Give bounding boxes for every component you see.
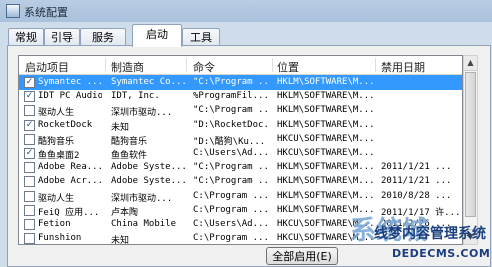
- tab-tools[interactable]: 工具: [182, 28, 220, 46]
- table-row[interactable]: ✓RocketDock 未知 "D:\RocketDoc... HKLM\SOFTWA…: [19, 118, 462, 133]
- list-header: 启动项目 制造商 命令 位置 禁用日期: [19, 56, 462, 75]
- cell-command: C:\Program ...: [193, 233, 269, 244]
- cell-maker: 鱼鱼软件: [111, 151, 148, 161]
- watermark: 系统城 线梦内容管理系统 DEDECMS.COM: [350, 205, 492, 265]
- enable-checkbox[interactable]: [24, 233, 35, 244]
- col-header-disabled-date[interactable]: 禁用日期: [381, 59, 425, 75]
- cell-maker: 未知: [111, 122, 130, 133]
- cell-maker: China Mobile: [111, 219, 177, 229]
- cell-location: HKLM\SOFTWARE\M...: [277, 176, 373, 187]
- table-row[interactable]: ✓ Symantec ... Symantec Co... "C:\Program .…: [19, 75, 462, 90]
- cell-item: FeiQ 应用...: [38, 207, 100, 218]
- cell-item: 鱼鱼桌面2: [38, 151, 80, 161]
- cell-command: "D:\酷狗\Ku...: [193, 136, 266, 147]
- cell-command: "D:\RocketDoc...: [193, 119, 271, 130]
- col-header-item[interactable]: 启动项目: [25, 59, 69, 75]
- table-row[interactable]: Adobe Acr... Adobe Syste... "C:\Program ..…: [19, 174, 462, 189]
- cell-location: HKCU\SOFTWARE\M...: [277, 133, 373, 144]
- tab-boot[interactable]: 引导: [44, 28, 80, 46]
- cell-item: 驱动人生: [38, 108, 75, 119]
- enable-checkbox[interactable]: [24, 219, 35, 230]
- enable-checkbox[interactable]: ✓: [24, 119, 35, 131]
- enable-checkbox[interactable]: [24, 190, 35, 202]
- cell-location: HKLM\SOFTWARE\M...: [277, 119, 373, 130]
- cell-item: Symantec ...: [38, 77, 102, 87]
- table-row[interactable]: 驱动人生 深圳市驱动... "C:\Program ... HKLM\SOFTWARE…: [19, 103, 462, 119]
- cell-item: 酷狗音乐: [38, 136, 75, 147]
- table-row[interactable]: ✓ 鱼鱼桌面2 鱼鱼软件 C:\Users\Ad... HKCU\SOFTWARE\M.…: [19, 146, 462, 161]
- table-row[interactable]: 驱动人生 深圳市驱动... C:\Program ... HKLM\SOFTWARE\…: [19, 189, 462, 204]
- col-header-location[interactable]: 位置: [277, 59, 299, 75]
- col-header-command[interactable]: 命令: [193, 59, 215, 75]
- cell-command: C:\Users\Ad...: [193, 148, 269, 158]
- cell-date: 2011/1/21 ...: [381, 176, 452, 187]
- enable-checkbox[interactable]: ✓: [24, 148, 35, 159]
- cell-command: "C:\Program ...: [193, 176, 271, 187]
- enable-checkbox[interactable]: [24, 204, 35, 216]
- scroll-thumb[interactable]: [465, 72, 476, 217]
- cell-item: Adobe Acr...: [38, 176, 102, 187]
- table-row[interactable]: ✓ IDT PC Audio IDT, Inc. %ProgramFil... HKLM…: [19, 89, 462, 104]
- column-divider[interactable]: [186, 58, 187, 72]
- cell-location: HKCU\SOFTWARE\M...: [277, 148, 373, 158]
- cell-location: HKLM\SOFTWARE\M...: [277, 77, 373, 87]
- cell-command: "C:\Program ...: [193, 162, 271, 173]
- cell-maker: 酷狗音乐: [111, 136, 148, 147]
- cell-maker: 深圳市驱动...: [111, 193, 173, 204]
- cell-command: "C:\Program ...: [193, 77, 271, 87]
- cell-item: RocketDock: [38, 119, 93, 130]
- column-divider[interactable]: [105, 58, 106, 72]
- col-header-maker[interactable]: 制造商: [111, 59, 144, 75]
- enable-checkbox[interactable]: [24, 176, 35, 188]
- table-row[interactable]: 酷狗音乐 酷狗音乐 "D:\酷狗\Ku... HKCU\SOFTWARE\M...: [19, 132, 462, 147]
- cell-maker: Adobe Syste...: [111, 176, 185, 187]
- enable-checkbox[interactable]: ✓: [24, 91, 35, 103]
- cell-location: HKLM\SOFTWARE\M...: [277, 105, 373, 116]
- cell-date: 2011/1/21 ...: [381, 162, 452, 173]
- cell-item: IDT PC Audio: [38, 91, 102, 102]
- watermark-url: DEDECMS.COM: [392, 247, 491, 260]
- cell-command: %ProgramFil...: [193, 91, 269, 102]
- cell-command: C:\Users\Ad...: [193, 219, 269, 229]
- column-divider[interactable]: [375, 58, 376, 72]
- tab-general[interactable]: 常规: [8, 28, 44, 46]
- app-icon: [6, 4, 20, 18]
- cell-maker: 深圳市驱动...: [111, 108, 173, 119]
- cell-item: Fetion: [38, 219, 71, 229]
- enable-checkbox[interactable]: [24, 133, 35, 145]
- title-bar: 系统配置: [0, 0, 492, 22]
- enable-all-button[interactable]: 全部启用(E): [266, 247, 338, 265]
- cell-maker: Symantec Co...: [111, 77, 185, 87]
- column-divider[interactable]: [272, 58, 273, 72]
- window-title: 系统配置: [24, 6, 68, 19]
- scroll-up-icon[interactable]: ▲: [464, 56, 477, 71]
- cell-maker: 未知: [111, 236, 130, 245]
- cell-maker: IDT, Inc.: [111, 91, 160, 102]
- cell-item: 驱动人生: [38, 193, 75, 204]
- cell-maker: 卢本陶: [111, 207, 139, 218]
- cell-date: 2010/8/28 ...: [381, 190, 452, 201]
- cell-item: Funshion: [38, 233, 82, 244]
- tab-services[interactable]: 服务: [80, 28, 126, 46]
- watermark-text: 线梦内容管理系统: [374, 226, 486, 242]
- enable-checkbox[interactable]: ✓: [24, 77, 35, 88]
- cell-command: "C:\Program ...: [193, 105, 271, 116]
- cell-location: HKLM\SOFTWARE\M...: [277, 162, 373, 173]
- cell-item: Adobe Rea...: [38, 162, 102, 173]
- table-row[interactable]: Adobe Rea... Adobe Syste... "C:\Program ..…: [19, 160, 462, 175]
- cell-command: C:\Program ...: [193, 190, 269, 201]
- enable-checkbox[interactable]: [24, 162, 35, 174]
- tab-startup[interactable]: 启动: [132, 24, 182, 47]
- enable-checkbox[interactable]: [24, 105, 35, 117]
- cell-command: C:\Program ...: [193, 204, 269, 215]
- cell-maker: Adobe Syste...: [111, 162, 185, 173]
- cell-location: HKLM\SOFTWARE\M...: [277, 91, 373, 102]
- cell-location: HKLM\SOFTWARE\M...: [277, 190, 373, 201]
